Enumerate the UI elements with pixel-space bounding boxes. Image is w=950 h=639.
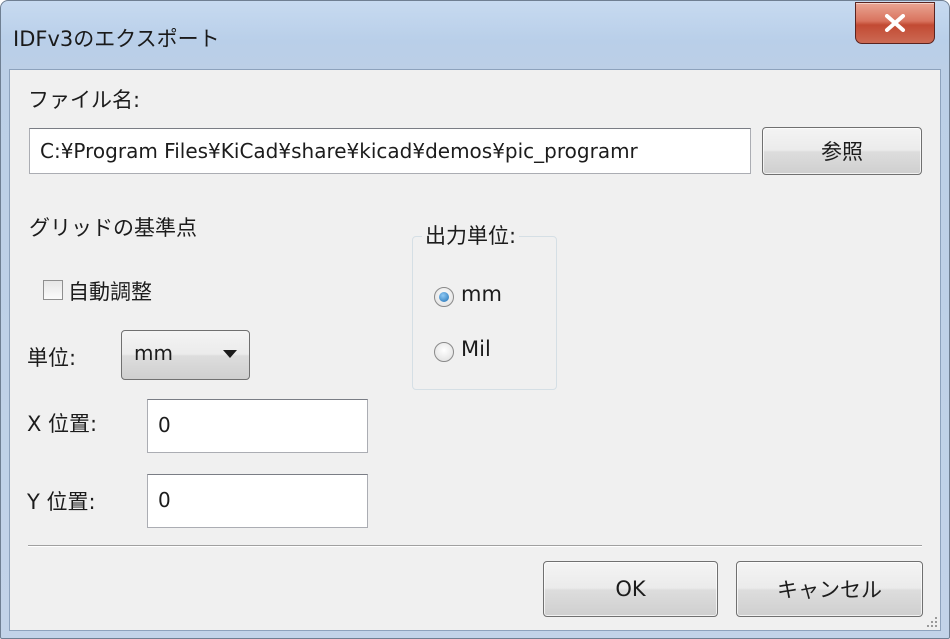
cancel-button[interactable]: キャンセル (736, 561, 923, 617)
grid-origin-heading: グリッドの基準点 (29, 216, 197, 240)
browse-button[interactable]: 参照 (762, 127, 922, 175)
resize-grip-icon[interactable] (924, 614, 938, 628)
file-path-input[interactable]: C:¥Program Files¥KiCad¥share¥kicad¥demos… (29, 128, 751, 174)
unit-select-value: mm (134, 341, 173, 365)
close-button[interactable] (855, 2, 935, 44)
auto-adjust-label[interactable]: 自動調整 (68, 276, 152, 306)
unit-label: 単位: (27, 346, 77, 370)
chevron-down-icon (223, 350, 237, 358)
x-position-label: X 位置: (27, 412, 98, 436)
output-units-group (412, 236, 557, 390)
dialog-window: IDFv3のエクスポート ファイル名: C:¥Program Files¥KiC… (0, 0, 950, 639)
dialog-body: ファイル名: C:¥Program Files¥KiCad¥share¥kica… (9, 69, 941, 631)
output-units-legend: 出力単位: (422, 220, 520, 250)
unit-select[interactable]: mm (121, 330, 250, 380)
y-position-label: Y 位置: (27, 490, 96, 514)
window-title: IDFv3のエクスポート (13, 27, 220, 51)
footer-separator (28, 545, 922, 547)
auto-adjust-checkbox[interactable] (43, 280, 63, 300)
y-position-input[interactable]: 0 (147, 474, 368, 528)
output-unit-mm-label[interactable]: mm (461, 282, 502, 306)
file-name-label: ファイル名: (28, 88, 141, 112)
title-bar[interactable]: IDFv3のエクスポート (1, 1, 949, 69)
output-unit-mil-radio[interactable] (434, 342, 454, 362)
x-position-input[interactable]: 0 (147, 399, 368, 453)
ok-button[interactable]: OK (543, 561, 718, 617)
close-x-icon (885, 14, 905, 32)
output-unit-mil-label[interactable]: Mil (461, 337, 491, 361)
output-unit-mm-radio[interactable] (434, 287, 454, 307)
